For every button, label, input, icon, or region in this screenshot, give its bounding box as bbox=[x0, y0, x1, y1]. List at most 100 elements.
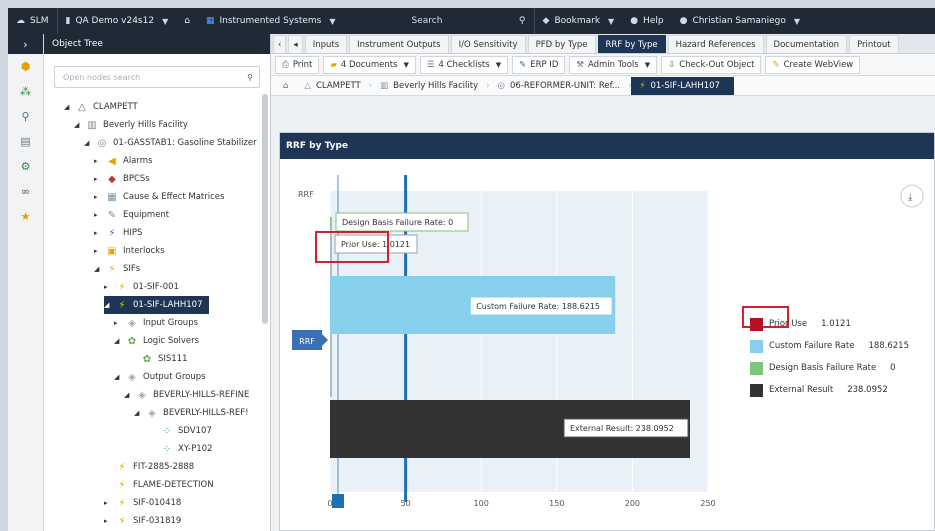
help-menu[interactable]: ● Help bbox=[622, 8, 671, 34]
tree-node[interactable]: ▸ ✎ Equipment bbox=[94, 206, 169, 224]
object-tree-icon[interactable]: ⬢ bbox=[8, 54, 43, 79]
breadcrumb-item[interactable]: ▥ Beverly Hills Facility bbox=[372, 77, 486, 95]
tree-node[interactable]: ⚡ FIT-2885-2888 bbox=[104, 458, 194, 476]
documents-button[interactable]: ▰ 4 Documents ▼ bbox=[323, 55, 416, 74]
collapse-icon[interactable]: ◢ bbox=[114, 373, 124, 381]
tree-node[interactable]: ◢ ⚡ 01-SIF-LAHH107 bbox=[104, 296, 209, 314]
category-label-pointer bbox=[322, 334, 328, 346]
tree-node[interactable]: ⁘ SDV107 bbox=[149, 422, 212, 440]
breadcrumb-home[interactable]: ⌂ bbox=[275, 77, 296, 95]
tree-node[interactable]: ◢ ◈ BEVERLY-HILLS-REF! bbox=[134, 404, 249, 422]
tab-inputs[interactable]: Inputs bbox=[304, 35, 348, 53]
tree-node[interactable]: ✿ SIS111 bbox=[129, 350, 188, 368]
tree-node[interactable]: ◢ △ CLAMPETT bbox=[64, 98, 138, 116]
legend-item[interactable]: Design Basis Failure Rate 0 bbox=[750, 357, 909, 379]
expand-icon[interactable]: ▸ bbox=[104, 283, 114, 291]
expand-icon[interactable]: ▸ bbox=[104, 499, 114, 507]
tree-node[interactable]: ▸ ◆ BPCSs bbox=[94, 170, 150, 188]
tree-node[interactable]: ◢ ✿ Logic Solvers bbox=[114, 332, 199, 350]
legend-value: 1.0121 bbox=[821, 319, 851, 329]
tab-instrument-outputs[interactable]: Instrument Outputs bbox=[349, 35, 449, 53]
user-menu[interactable]: ● Christian Samaniego ▼ bbox=[672, 8, 808, 34]
tab-i-o-sensitivity[interactable]: I/O Sensitivity bbox=[450, 35, 526, 53]
tree-node[interactable]: ▸ ⚡ SIF-031819 bbox=[104, 512, 181, 530]
expand-icon[interactable]: ▸ bbox=[94, 175, 104, 183]
app-switcher[interactable]: ☁ SLM bbox=[8, 8, 57, 34]
print-button[interactable]: ⎙ Print bbox=[275, 55, 320, 74]
tree-node[interactable]: ◢ ◈ Output Groups bbox=[114, 368, 206, 386]
tree-node[interactable]: ◢ ⚡ SIFs bbox=[94, 260, 140, 278]
breadcrumb-label: 06-REFORMER-UNIT: Ref... bbox=[509, 80, 621, 91]
tree-node[interactable]: ▸ ⚡ 01-SIF-001 bbox=[104, 278, 179, 296]
printer-icon: ⎙ bbox=[282, 59, 289, 70]
collapse-icon[interactable]: ◢ bbox=[124, 391, 134, 399]
collapse-icon[interactable]: ◢ bbox=[84, 139, 94, 147]
bookmark-menu[interactable]: ◆ Bookmark ▼ bbox=[533, 8, 623, 34]
breadcrumb-item[interactable]: ◎ 06-REFORMER-UNIT: Ref... bbox=[490, 77, 629, 95]
tree-node-label: SIFs bbox=[123, 264, 141, 274]
collapse-icon[interactable]: ◢ bbox=[104, 301, 114, 309]
expand-icon[interactable]: ▸ bbox=[94, 211, 104, 219]
collapse-icon[interactable]: ◢ bbox=[94, 265, 104, 273]
tree-node[interactable]: ▸ ◀ Alarms bbox=[94, 152, 152, 170]
hierarchy-icon[interactable]: ⁂ bbox=[8, 79, 43, 104]
breadcrumb-item[interactable]: ⚡ 01-SIF-LAHH107 bbox=[631, 76, 734, 95]
tree-scrollbar[interactable] bbox=[262, 94, 268, 324]
tab-prev[interactable]: ◂ bbox=[288, 35, 303, 53]
tree-node[interactable]: ◢ ▥ Beverly Hills Facility bbox=[74, 116, 188, 134]
expand-icon[interactable]: ▸ bbox=[94, 157, 104, 165]
tab-documentation[interactable]: Documentation bbox=[765, 35, 848, 53]
create-webview-button[interactable]: ✎ Create WebView bbox=[765, 55, 861, 74]
expand-icon[interactable]: ▸ bbox=[94, 193, 104, 201]
tree-node[interactable]: ⁘ XY-P102 bbox=[149, 440, 213, 458]
settings-icon[interactable]: ⚙ bbox=[8, 154, 43, 179]
home-icon: ⌂ bbox=[184, 16, 190, 26]
solver-icon: ✿ bbox=[142, 353, 152, 365]
tab-hazard-references[interactable]: Hazard References bbox=[667, 35, 764, 53]
instance-selector[interactable]: ▮ QA Demo v24s12 ▼ bbox=[56, 8, 177, 34]
breadcrumb-item[interactable]: △ CLAMPETT bbox=[296, 77, 368, 95]
checklists-button[interactable]: ☰ 4 Checklists ▼ bbox=[419, 55, 509, 74]
checkout-button[interactable]: ⇩ Check-Out Object bbox=[661, 55, 762, 74]
star-icon[interactable]: ★ bbox=[8, 204, 43, 229]
tree-node[interactable]: ▸ ▣ Interlocks bbox=[94, 242, 165, 260]
collapse-icon[interactable]: ◢ bbox=[114, 337, 124, 345]
search-icon[interactable]: ⚲ bbox=[8, 104, 43, 129]
tab-pfd-by-type[interactable]: PFD by Type bbox=[527, 35, 596, 53]
document-icon[interactable]: ▤ bbox=[8, 129, 43, 154]
tab-scroll-left[interactable]: ‹ bbox=[273, 35, 287, 53]
tree-node[interactable]: ▸ ◈ Input Groups bbox=[114, 314, 198, 332]
tab-printout[interactable]: Printout bbox=[849, 35, 899, 53]
legend-item[interactable]: Custom Failure Rate 188.6215 bbox=[750, 335, 909, 357]
expand-icon[interactable]: ▸ bbox=[104, 517, 114, 525]
site-icon: △ bbox=[304, 80, 311, 91]
expand-icon[interactable]: ▸ bbox=[94, 247, 104, 255]
left-rail: › ⬢ ⁂ ⚲ ▤ ⚙ ∞ ★ bbox=[8, 34, 44, 531]
tree-node[interactable]: ▸ ▦ Cause & Effect Matrices bbox=[94, 188, 224, 206]
collapse-icon[interactable]: ◢ bbox=[74, 121, 84, 129]
tree-node[interactable]: ▸ ⚡ HIPS bbox=[94, 224, 142, 242]
tree-node[interactable]: ◢ ◈ BEVERLY-HILLS-REFINE bbox=[124, 386, 249, 404]
tree-node[interactable]: ▸ ⚡ SIF-010418 bbox=[104, 494, 181, 512]
tab-rrf-by-type[interactable]: RRF by Type bbox=[597, 35, 666, 53]
tree-node[interactable]: ⚡ FLAME-DETECTION bbox=[104, 476, 213, 494]
expand-rail-button[interactable]: › bbox=[8, 34, 43, 54]
collapse-icon[interactable]: ◢ bbox=[64, 103, 74, 111]
admin-tools-button[interactable]: ⚒ Admin Tools ▼ bbox=[569, 55, 658, 74]
erp-id-button[interactable]: ✎ ERP ID bbox=[512, 55, 566, 74]
main-area: ‹ ◂ Inputs Instrument Outputs I/O Sensitiv… bbox=[271, 34, 935, 531]
expand-icon[interactable]: ▸ bbox=[114, 319, 124, 327]
tree-search-input[interactable]: Open nodes search ⚲ bbox=[54, 66, 260, 88]
module-selector[interactable]: ▦ Instrumented Systems ▼ bbox=[198, 8, 344, 34]
expand-icon[interactable]: ▸ bbox=[94, 229, 104, 237]
webview-icon: ✎ bbox=[772, 59, 780, 70]
tree-node[interactable]: ◢ ◎ 01-GASSTAB1: Gasoline Stabilizer bbox=[84, 134, 257, 152]
link-icon[interactable]: ∞ bbox=[8, 179, 43, 204]
legend-item[interactable]: Prior Use 1.0121 bbox=[750, 313, 909, 335]
legend-label: Custom Failure Rate bbox=[769, 341, 855, 351]
global-search[interactable]: Search ⚲ bbox=[344, 8, 534, 34]
database-icon: ▮ bbox=[65, 16, 71, 26]
home-button[interactable]: ⌂ bbox=[176, 8, 198, 34]
collapse-icon[interactable]: ◢ bbox=[134, 409, 144, 417]
legend-item[interactable]: External Result 238.0952 bbox=[750, 379, 909, 401]
